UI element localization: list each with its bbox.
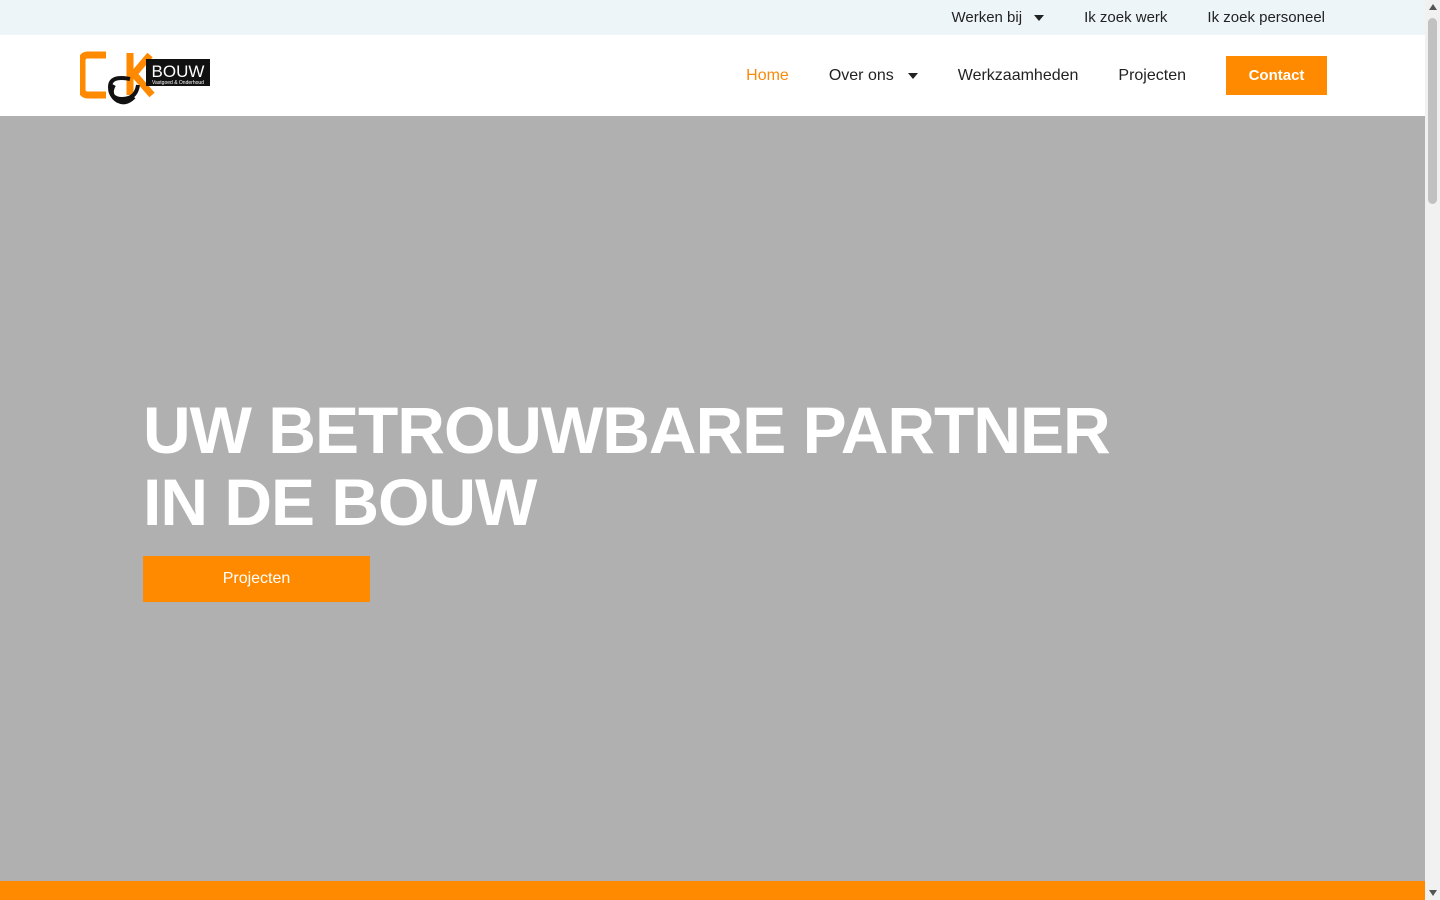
chevron-down-icon bbox=[907, 72, 918, 79]
main-nav: Home Over ons Werkzaamheden Projecten Co… bbox=[706, 35, 1327, 116]
projecten-cta-button[interactable]: Projecten bbox=[143, 556, 370, 602]
topbar-link-ik-zoek-personeel[interactable]: Ik zoek personeel bbox=[1207, 9, 1325, 26]
site-logo[interactable]: BOUW Vastgoed & Onderhoud bbox=[78, 49, 210, 105]
nav-item-projecten[interactable]: Projecten bbox=[1118, 67, 1186, 85]
nav-item-werkzaamheden[interactable]: Werkzaamheden bbox=[958, 67, 1079, 85]
hero-title-line-2: IN DE BOUW bbox=[143, 465, 537, 539]
contact-button[interactable]: Contact bbox=[1226, 56, 1327, 95]
topbar-link-label: Werken bij bbox=[951, 9, 1023, 26]
scroll-up-arrow-icon[interactable] bbox=[1429, 4, 1437, 10]
page-scrollbar[interactable] bbox=[1425, 0, 1440, 900]
site-header: BOUW Vastgoed & Onderhoud Home Over ons … bbox=[0, 35, 1425, 116]
ck-bouw-logo-icon: BOUW Vastgoed & Onderhoud bbox=[78, 51, 210, 105]
topbar-link-werken-bij[interactable]: Werken bij bbox=[951, 9, 1045, 26]
nav-item-label: Over ons bbox=[828, 66, 894, 84]
chevron-down-icon bbox=[1034, 14, 1045, 21]
nav-item-home[interactable]: Home bbox=[746, 67, 789, 85]
orange-section-strip bbox=[0, 881, 1425, 900]
nav-item-label: Projecten bbox=[1118, 66, 1186, 84]
nav-item-label: Werkzaamheden bbox=[957, 66, 1079, 84]
topbar-link-label: Ik zoek personeel bbox=[1207, 9, 1325, 26]
hero-title-line-1: UW BETROUWBARE PARTNER bbox=[143, 393, 1111, 467]
topbar-link-label: Ik zoek werk bbox=[1084, 9, 1168, 26]
scroll-down-arrow-icon[interactable] bbox=[1429, 890, 1437, 896]
hero-section: UW BETROUWBARE PARTNER IN DE BOUW Projec… bbox=[0, 116, 1425, 881]
nav-item-label: Home bbox=[746, 66, 789, 84]
nav-item-over-ons[interactable]: Over ons bbox=[829, 67, 918, 85]
top-utility-bar: Werken bij Ik zoek werk Ik zoek personee… bbox=[0, 0, 1425, 35]
topbar-link-ik-zoek-werk[interactable]: Ik zoek werk bbox=[1084, 9, 1167, 26]
svg-text:BOUW: BOUW bbox=[152, 62, 205, 81]
scrollbar-thumb[interactable] bbox=[1428, 18, 1437, 204]
hero-title: UW BETROUWBARE PARTNER IN DE BOUW bbox=[143, 394, 1143, 538]
svg-text:Vastgoed & Onderhoud: Vastgoed & Onderhoud bbox=[152, 80, 204, 86]
